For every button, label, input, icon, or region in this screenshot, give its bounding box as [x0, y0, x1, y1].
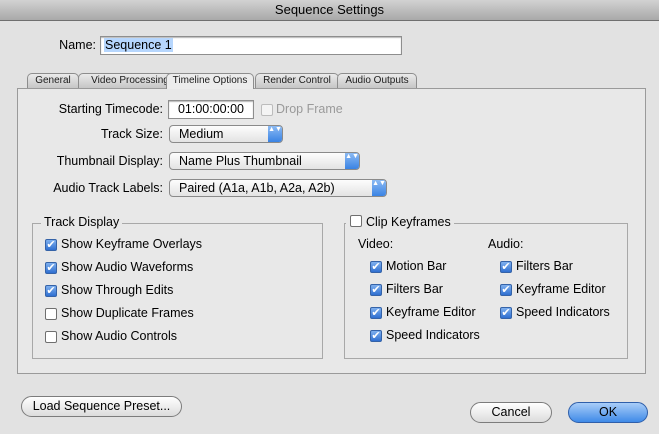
- audio-track-labels-popup[interactable]: Paired (A1a, A1b, A2a, A2b) ▲▼: [169, 179, 387, 197]
- popup-arrows-icon: ▲▼: [372, 180, 386, 196]
- clip-keyframes-title: Clip Keyframes: [366, 215, 451, 229]
- popup-arrows-icon: ▲▼: [345, 153, 359, 169]
- tab-timeline-options[interactable]: Timeline Options: [166, 73, 254, 89]
- audio-keyframe-editor-checkbox[interactable]: ✔: [500, 284, 512, 296]
- track-size-label: Track Size:: [100, 127, 163, 141]
- tab-audio-outputs[interactable]: Audio Outputs: [337, 73, 417, 88]
- ok-button[interactable]: OK: [568, 402, 648, 423]
- show-through-edits-checkbox[interactable]: ✔: [45, 285, 57, 297]
- track-size-value: Medium: [179, 127, 224, 141]
- starting-timecode-field[interactable]: 01:00:00:00: [168, 100, 254, 119]
- show-duplicate-frames-checkbox[interactable]: [45, 308, 57, 320]
- video-filters-bar-checkbox[interactable]: ✔: [370, 284, 382, 296]
- clip-keyframes-checkbox[interactable]: [350, 215, 362, 227]
- name-value: Sequence 1: [104, 38, 173, 52]
- video-keyframe-editor-label: Keyframe Editor: [386, 305, 476, 319]
- name-label: Name:: [59, 38, 96, 52]
- audio-keyframe-editor-label: Keyframe Editor: [516, 282, 606, 296]
- show-audio-controls-checkbox[interactable]: [45, 331, 57, 343]
- cancel-button[interactable]: Cancel: [470, 402, 552, 423]
- audio-filters-bar-checkbox[interactable]: ✔: [500, 261, 512, 273]
- audio-track-labels-value: Paired (A1a, A1b, A2a, A2b): [179, 181, 335, 195]
- video-speed-indicators-checkbox[interactable]: ✔: [370, 330, 382, 342]
- audio-speed-indicators-label: Speed Indicators: [516, 305, 610, 319]
- clip-keyframes-audio-label: Audio:: [488, 237, 524, 251]
- thumbnail-display-value: Name Plus Thumbnail: [179, 154, 302, 168]
- tab-general[interactable]: General: [27, 73, 79, 88]
- show-audio-waveforms-label: Show Audio Waveforms: [61, 260, 194, 274]
- video-speed-indicators-label: Speed Indicators: [386, 328, 480, 342]
- drop-frame-label: Drop Frame: [276, 102, 343, 116]
- window-title: Sequence Settings: [0, 0, 659, 21]
- show-keyframe-overlays-label: Show Keyframe Overlays: [61, 237, 203, 251]
- thumbnail-display-label: Thumbnail Display:: [56, 154, 163, 168]
- clip-keyframes-header: Clip Keyframes: [346, 215, 454, 229]
- track-size-popup[interactable]: Medium ▲▼: [169, 125, 283, 143]
- tab-render-control[interactable]: Render Control: [255, 73, 339, 88]
- track-display-title: Track Display: [41, 215, 123, 229]
- audio-track-labels-label: Audio Track Labels:: [53, 181, 163, 195]
- load-sequence-preset-button[interactable]: Load Sequence Preset...: [21, 396, 182, 417]
- popup-arrows-icon: ▲▼: [268, 126, 282, 142]
- show-audio-waveforms-checkbox[interactable]: ✔: [45, 262, 57, 274]
- show-through-edits-label: Show Through Edits: [61, 283, 174, 297]
- audio-filters-bar-label: Filters Bar: [516, 259, 573, 273]
- drop-frame-checkbox[interactable]: [261, 104, 273, 116]
- show-duplicate-frames-label: Show Duplicate Frames: [61, 306, 194, 320]
- sequence-settings-window: Sequence Settings Name: Sequence 1 Gener…: [0, 0, 659, 434]
- audio-speed-indicators-checkbox[interactable]: ✔: [500, 307, 512, 319]
- video-motion-bar-label: Motion Bar: [386, 259, 447, 273]
- video-keyframe-editor-checkbox[interactable]: ✔: [370, 307, 382, 319]
- name-field[interactable]: Sequence 1: [100, 36, 402, 55]
- show-audio-controls-label: Show Audio Controls: [61, 329, 178, 343]
- video-motion-bar-checkbox[interactable]: ✔: [370, 261, 382, 273]
- thumbnail-display-popup[interactable]: Name Plus Thumbnail ▲▼: [169, 152, 360, 170]
- video-filters-bar-label: Filters Bar: [386, 282, 443, 296]
- clip-keyframes-video-label: Video:: [358, 237, 394, 251]
- starting-timecode-label: Starting Timecode:: [58, 102, 163, 116]
- show-keyframe-overlays-checkbox[interactable]: ✔: [45, 239, 57, 251]
